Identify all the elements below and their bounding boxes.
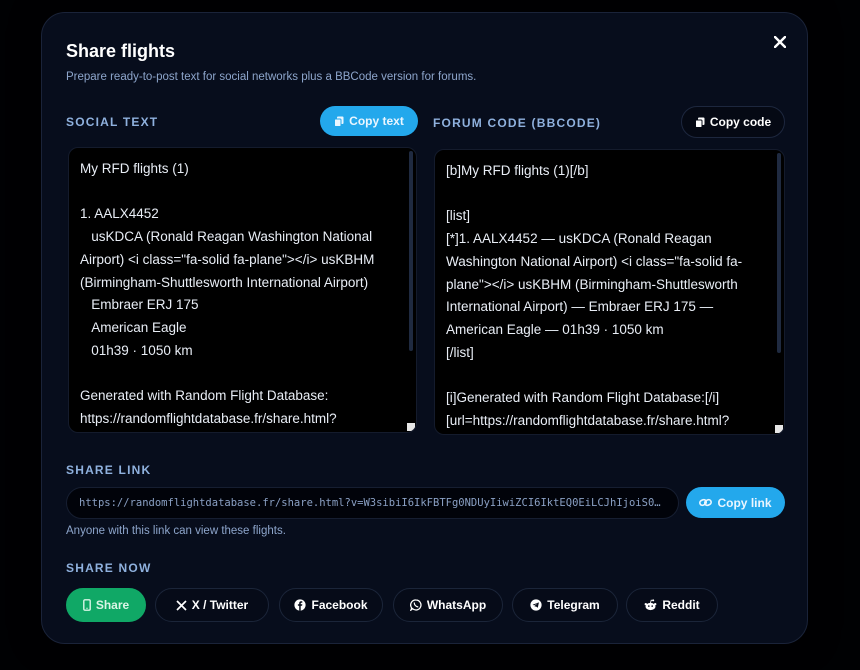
share-facebook-button[interactable]: Facebook [279, 588, 383, 622]
social-text-area[interactable]: My RFD flights (1) 1. AALX4452 usKDCA (R… [68, 147, 417, 433]
telegram-icon [530, 599, 542, 611]
close-button[interactable] [769, 31, 791, 53]
copy-text-button[interactable]: Copy text [320, 106, 418, 136]
share-twitter-button[interactable]: X / Twitter [155, 588, 269, 622]
modal-subtitle: Prepare ready-to-post text for social ne… [66, 71, 477, 83]
close-icon [774, 36, 786, 48]
share-whatsapp-button[interactable]: WhatsApp [393, 588, 503, 622]
forum-resize-handle[interactable] [775, 425, 783, 433]
share-link-hint: Anyone with this link can view these fli… [66, 525, 286, 537]
facebook-icon [294, 599, 307, 611]
phone-icon [82, 599, 91, 611]
link-icon [699, 497, 713, 508]
social-resize-handle[interactable] [407, 423, 415, 431]
share-telegram-button[interactable]: Telegram [512, 588, 618, 622]
share-reddit-button[interactable]: Reddit [626, 588, 718, 622]
copy-code-label: Copy code [709, 115, 772, 129]
copy-text-label: Copy text [349, 114, 404, 128]
share-link-input[interactable]: https://randomflightdatabase.fr/share.ht… [66, 487, 679, 519]
share-telegram-label: Telegram [547, 598, 600, 612]
social-text-label: SOCIAL TEXT [66, 115, 159, 129]
forum-code-area[interactable]: [b]My RFD flights (1)[/b] [list] [*]1. A… [434, 149, 785, 435]
share-twitter-label: X / Twitter [191, 598, 249, 612]
social-text-content: My RFD flights (1) 1. AALX4452 usKDCA (R… [80, 161, 375, 426]
share-whatsapp-label: WhatsApp [426, 598, 487, 612]
x-icon [176, 599, 187, 611]
forum-scrollbar[interactable] [777, 153, 781, 353]
copy-code-button[interactable]: Copy code [681, 106, 785, 138]
copy-link-button[interactable]: Copy link [686, 487, 785, 518]
share-reddit-label: Reddit [662, 598, 700, 612]
copy-icon [334, 116, 344, 127]
whatsapp-icon [409, 599, 422, 611]
social-scrollbar[interactable] [409, 151, 413, 351]
share-flights-modal: Share flights Prepare ready-to-post text… [41, 12, 808, 644]
forum-code-label: FORUM CODE (BBCODE) [433, 116, 602, 130]
share-now-label: SHARE NOW [66, 561, 152, 575]
share-facebook-label: Facebook [311, 598, 368, 612]
share-native-button[interactable]: Share [66, 588, 146, 622]
share-link-label: SHARE LINK [66, 463, 152, 477]
modal-title: Share flights [66, 41, 176, 61]
copy-link-label: Copy link [717, 495, 772, 510]
forum-code-content: [b]My RFD flights (1)[/b] [list] [*]1. A… [446, 163, 743, 428]
reddit-icon [644, 599, 657, 611]
copy-icon [694, 117, 705, 128]
share-native-label: Share [95, 598, 130, 612]
